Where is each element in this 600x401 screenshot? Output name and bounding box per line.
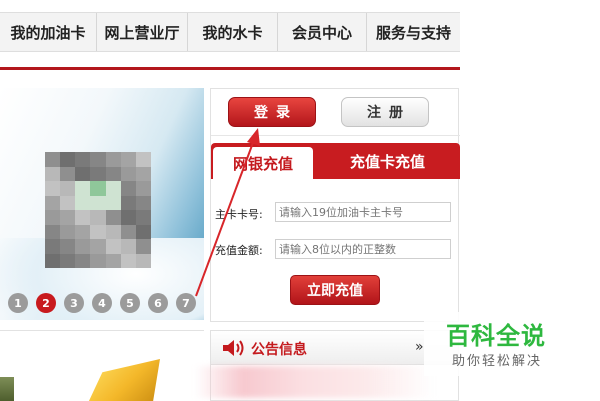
mosaic-cell [135,195,151,210]
account-panel: 登录 注册 网银充值 充值卡充值 主卡卡号: 充值金额: 立即充值 [210,88,460,322]
mosaic-cell [135,210,151,225]
watermark-tagline: 助你轻松解决 [452,354,543,369]
carousel-dot[interactable]: 5 [120,293,140,313]
carousel-dot[interactable]: 3 [64,293,84,313]
mosaic-cell [135,239,151,254]
card-number-label: 主卡卡号: [215,208,263,221]
mosaic-cell [45,239,61,254]
mosaic-cell [75,152,91,167]
mosaic-cell [60,239,76,254]
mosaic-cell [45,195,61,210]
mosaic-cell [90,166,106,181]
recharge-tabs: 网银充值 充值卡充值 [211,143,460,179]
mosaic-cell [135,166,151,181]
mosaic-cell [105,224,121,239]
mosaic-cell [90,224,106,239]
mosaic-cell [75,195,91,210]
recharge-now-button[interactable]: 立即充值 [290,275,380,305]
nav-divider [0,67,460,70]
mosaic-cell [135,181,151,196]
mosaic-cell [120,239,136,254]
carousel-dot[interactable]: 7 [176,293,196,313]
mosaic-cell [120,195,136,210]
product-thumbnail[interactable] [0,377,14,401]
amount-input[interactable] [275,239,451,259]
mosaic-cell [135,253,151,268]
nav-item-my-water-card[interactable]: 我的水卡 [188,13,278,51]
speaker-icon [223,340,244,356]
carousel-dot[interactable]: 4 [92,293,112,313]
mosaic-cell [75,181,91,196]
mosaic-cell [75,210,91,225]
mosaic-cell [120,210,136,225]
product-strip [0,330,204,401]
amount-label: 充值金额: [215,244,263,257]
mosaic-cell [45,210,61,225]
mosaic-cell [105,166,121,181]
mosaic-cell [60,152,76,167]
mosaic-cell [105,253,121,268]
mosaic-cell [45,166,61,181]
watermark-logo: 百科全说 [446,322,546,350]
mosaic-cell [105,239,121,254]
carousel-dot-active[interactable]: 2 [36,293,56,313]
mosaic-cell [120,152,136,167]
product-thumbnail[interactable] [88,359,160,401]
banner-carousel[interactable]: 1 2 3 4 5 6 7 [0,88,204,320]
carousel-dots: 1 2 3 4 5 6 7 [8,293,196,313]
mosaic-cell [75,253,91,268]
mosaic-cell [120,181,136,196]
panel-divider [211,135,460,136]
carousel-dot[interactable]: 1 [8,293,28,313]
mosaic-cell [120,224,136,239]
nav-item-online-hall[interactable]: 网上营业厅 [97,13,188,51]
mosaic-cell [90,253,106,268]
mosaic-cell [75,224,91,239]
tab-bank-recharge[interactable]: 网银充值 [213,147,313,179]
mosaic-cell [120,166,136,181]
mosaic-cell [90,210,106,225]
mosaic-cell [45,181,61,196]
card-number-input[interactable] [275,202,451,222]
blurred-content [195,366,435,398]
nav-item-my-fuel-card[interactable]: 我的加油卡 [0,13,97,51]
register-button[interactable]: 注册 [341,97,429,127]
notice-header: 公告信息 » [211,331,458,365]
mosaic-cell [135,224,151,239]
mosaic-cell [75,166,91,181]
mosaic-cell [60,224,76,239]
pixelated-image [45,152,151,268]
carousel-dot[interactable]: 6 [148,293,168,313]
mosaic-cell [45,253,61,268]
mosaic-cell [60,210,76,225]
mosaic-cell [60,195,76,210]
mosaic-cell [60,181,76,196]
notice-title: 公告信息 [251,342,307,358]
mosaic-cell [105,152,121,167]
mosaic-cell [60,253,76,268]
mosaic-cell [135,152,151,167]
mosaic-cell [75,239,91,254]
mosaic-cell [120,253,136,268]
nav-item-service-support[interactable]: 服务与支持 [367,13,460,51]
mosaic-cell [105,181,121,196]
mosaic-cell [90,152,106,167]
mosaic-cell [90,195,106,210]
nav-item-member-center[interactable]: 会员中心 [278,13,367,51]
more-link[interactable]: » [415,339,424,355]
mosaic-cell [60,166,76,181]
mosaic-cell [45,152,61,167]
mosaic-cell [105,210,121,225]
watermark: 百科全说 助你轻松解决 [424,312,600,376]
mosaic-cell [90,181,106,196]
mosaic-cell [90,239,106,254]
login-button[interactable]: 登录 [228,97,316,127]
top-nav: 我的加油卡 网上营业厅 我的水卡 会员中心 服务与支持 [0,12,460,52]
mosaic-cell [45,224,61,239]
tab-card-recharge[interactable]: 充值卡充值 [315,143,460,179]
mosaic-cell [105,195,121,210]
